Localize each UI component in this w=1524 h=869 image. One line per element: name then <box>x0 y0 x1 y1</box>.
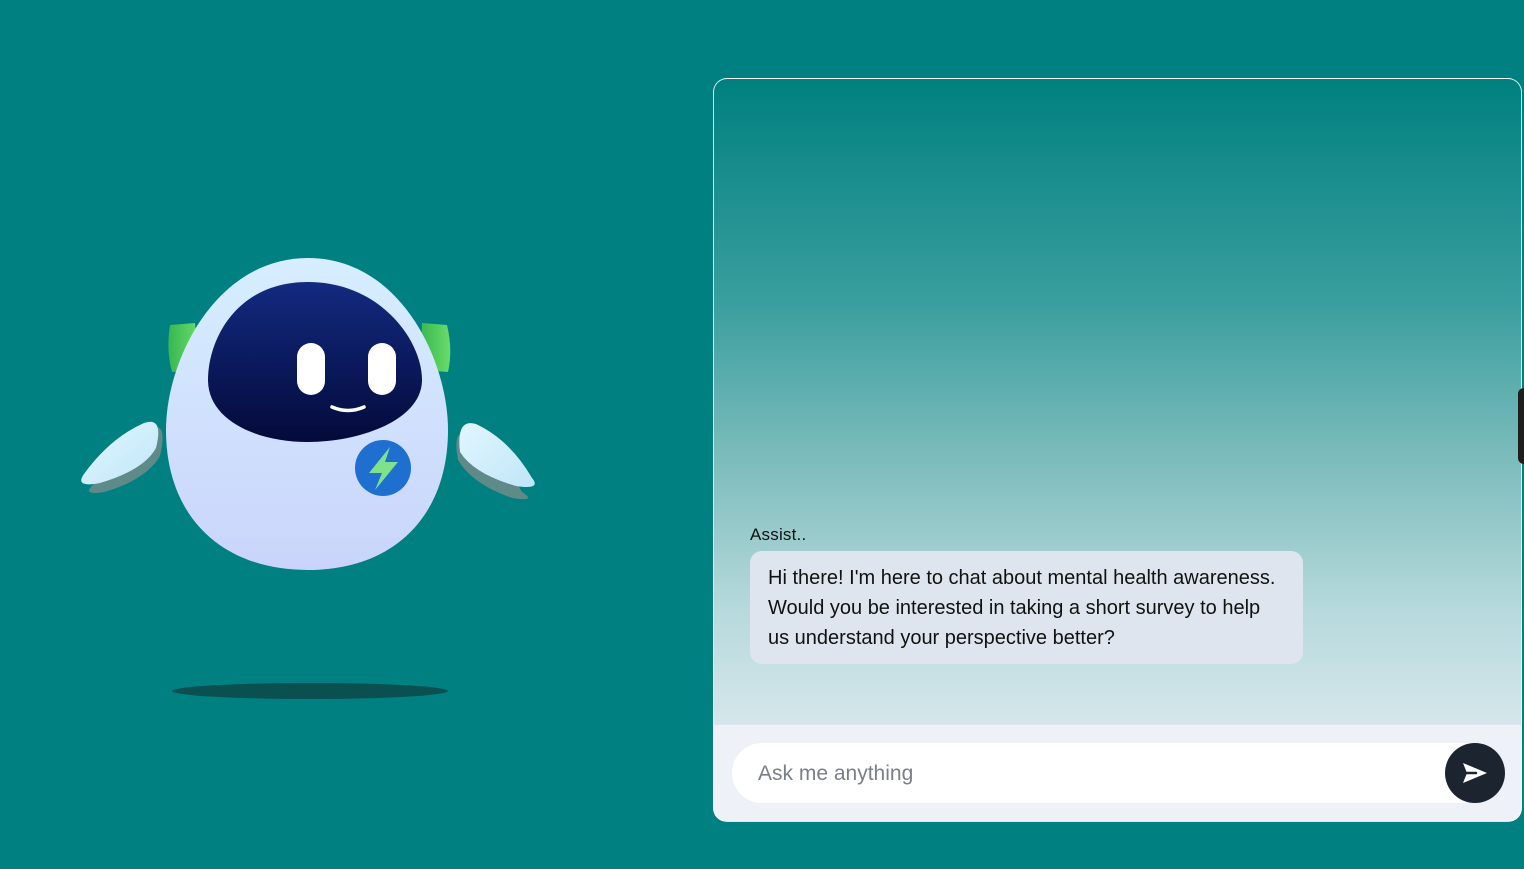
page: Assist.. Hi there! I'm here to chat abou… <box>0 0 1524 869</box>
send-button[interactable] <box>1445 743 1505 803</box>
chat-composer <box>714 724 1521 821</box>
left-eye <box>297 343 325 395</box>
robot-shadow <box>172 683 448 699</box>
assistant-message: Assist.. Hi there! I'm here to chat abou… <box>750 525 1310 664</box>
message-list: Assist.. Hi there! I'm here to chat abou… <box>714 79 1521 727</box>
message-bubble: Hi there! I'm here to chat about mental … <box>750 551 1303 664</box>
robot-mascot-icon <box>81 258 535 699</box>
robot-mascot <box>60 230 560 730</box>
send-arrow-icon <box>1463 763 1487 783</box>
left-arm <box>81 421 163 493</box>
sender-label: Assist.. <box>750 525 807 544</box>
right-arm <box>456 423 535 500</box>
right-eye <box>368 343 396 395</box>
chat-input[interactable] <box>756 743 1440 805</box>
chat-panel: Assist.. Hi there! I'm here to chat abou… <box>713 78 1522 822</box>
chat-input-wrapper <box>732 743 1492 805</box>
side-panel-handle[interactable] <box>1518 388 1524 464</box>
